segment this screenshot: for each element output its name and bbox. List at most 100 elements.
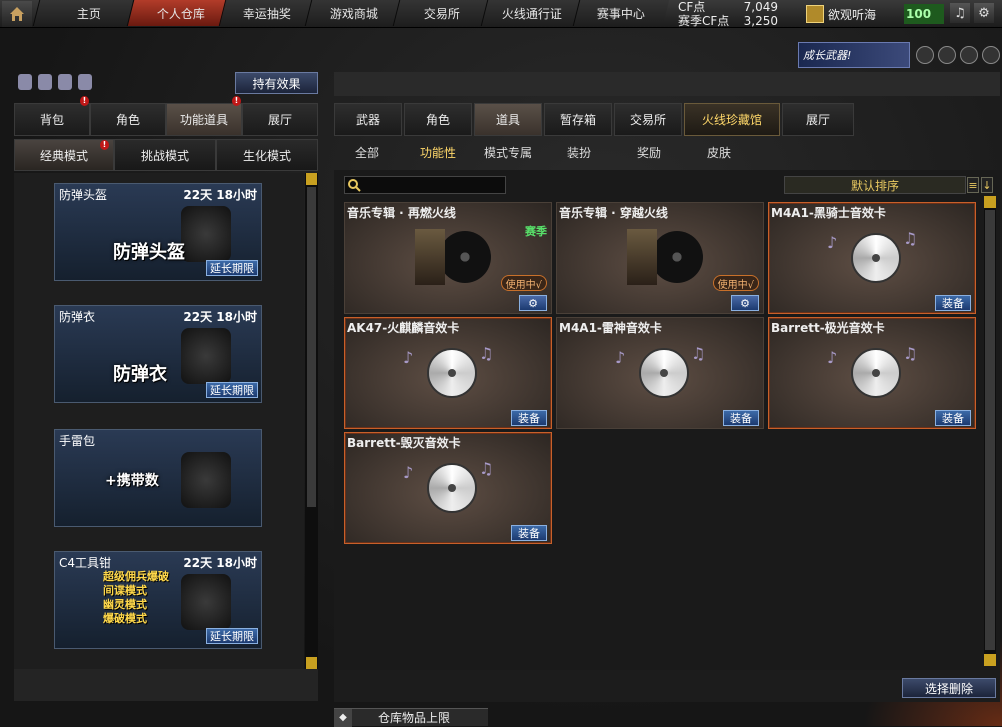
item-card-c4-pliers[interactable]: C4工具钳 22天 18小时 超级佣兵爆破 间谍模式 幽灵模式 爆破模式 延长期…	[54, 551, 262, 649]
card-name: C4工具钳	[59, 556, 112, 570]
season-cf-label: 赛季CF点	[678, 14, 730, 28]
item-sound-card[interactable]: M4A1-黑骑士音效卡 ♪ ♫ 装备	[768, 202, 976, 314]
right-tab-trade[interactable]: 交易所	[614, 103, 682, 136]
scroll-down-icon[interactable]	[984, 654, 996, 666]
home-button[interactable]	[2, 1, 32, 27]
equip-button[interactable]: 装备	[935, 295, 971, 311]
shield-icon[interactable]	[916, 46, 934, 64]
right-tab-weapons[interactable]: 武器	[334, 103, 402, 136]
left-tab-bag[interactable]: 背包	[14, 103, 90, 136]
owned-effects-button[interactable]: 持有效果	[235, 72, 318, 94]
sort-label: 默认排序	[850, 178, 899, 193]
mode-tab-challenge[interactable]: 挑战模式	[114, 139, 216, 171]
scroll-thumb[interactable]	[985, 210, 995, 650]
mode-entry: 幽灵模式	[103, 598, 147, 611]
select-delete-button[interactable]: 选择删除	[902, 678, 996, 698]
in-use-badge: 使用中√	[500, 275, 547, 291]
mode-label: 经典模式	[39, 148, 88, 163]
nav-tab-pass[interactable]: 火线通行证	[480, 0, 584, 26]
search-icon	[348, 179, 361, 192]
item-sound-card[interactable]: AK47-火麒麟音效卡 ♪ ♫ 装备	[344, 317, 552, 429]
extend-button[interactable]: 延长期限	[206, 628, 258, 644]
subtab-outfit[interactable]: 装扮	[567, 144, 591, 161]
item-card-helmet[interactable]: 防弹头盔 22天 18小时 防弹头盔 延长期限	[54, 183, 262, 281]
item-sound-card[interactable]: M4A1-雷神音效卡 ♪ ♫ 装备	[556, 317, 764, 429]
sort-dropdown[interactable]: 默认排序	[784, 176, 966, 194]
tool-icon[interactable]	[18, 74, 32, 90]
right-tab-character[interactable]: 角色	[404, 103, 472, 136]
mode-tab-zombie[interactable]: 生化模式	[216, 139, 318, 171]
avatar	[806, 5, 824, 23]
left-tab-character[interactable]: 角色	[90, 103, 166, 136]
subtab-functional[interactable]: 功能性	[420, 144, 456, 161]
disc-icon	[427, 348, 477, 398]
user-profile[interactable]: 欲观听海	[806, 3, 902, 25]
left-scrollbar[interactable]	[305, 173, 318, 669]
right-scrollbar[interactable]	[984, 196, 996, 666]
tool-icon[interactable]	[78, 74, 92, 90]
album-cover-icon	[627, 229, 707, 285]
nav-tab-shop[interactable]: 游戏商城	[304, 0, 404, 26]
left-tab-hall[interactable]: 展厅	[242, 103, 318, 136]
subtab-mode[interactable]: 模式专属	[484, 144, 532, 161]
right-tab-items[interactable]: 道具	[474, 103, 542, 136]
mode-list: 超级佣兵爆破 间谍模式 幽灵模式 爆破模式	[103, 570, 169, 626]
tool-icon[interactable]	[38, 74, 52, 90]
item-sound-card[interactable]: Barrett-毁灭音效卡 ♪ ♫ 装备	[344, 432, 552, 544]
emblem-icon[interactable]	[938, 46, 956, 64]
tab-label: 展厅	[267, 113, 292, 127]
nav-tab-label: 游戏商城	[330, 6, 379, 21]
left-tool-icons	[18, 74, 92, 90]
tab-label: 角色	[115, 113, 140, 127]
item-card-vest[interactable]: 防弹衣 22天 18小时 防弹衣 延长期限	[54, 305, 262, 403]
extend-button[interactable]: 延长期限	[206, 260, 258, 276]
scroll-up-icon[interactable]	[306, 173, 317, 185]
equip-button[interactable]: 装备	[723, 410, 759, 426]
vip-icon[interactable]	[982, 46, 1000, 64]
subtab-skin[interactable]: 皮肤	[707, 144, 731, 161]
vest-icon	[181, 328, 231, 384]
storage-limit-label: 仓库物品上限	[378, 711, 451, 725]
right-tab-stash[interactable]: 暂存箱	[544, 103, 612, 136]
list-icon[interactable]: ≡	[967, 177, 979, 193]
left-tab-function[interactable]: 功能道具	[166, 103, 242, 136]
helmet-icon	[181, 206, 231, 262]
item-settings-button[interactable]: ⚙	[519, 295, 547, 311]
mode-tab-classic[interactable]: 经典模式	[14, 139, 114, 171]
nav-tab-label: 交易所	[424, 6, 461, 21]
equip-button[interactable]: 装备	[511, 525, 547, 541]
item-card-grenade-bag[interactable]: 手雷包 +携带数	[54, 429, 262, 527]
subtab-all[interactable]: 全部	[355, 144, 379, 161]
item-sound-card[interactable]: Barrett-极光音效卡 ♪ ♫ 装备	[768, 317, 976, 429]
card-title: 防弹头盔	[113, 242, 185, 263]
nav-tab-trade[interactable]: 交易所	[392, 0, 492, 26]
item-settings-button[interactable]: ⚙	[731, 295, 759, 311]
music-icon[interactable]: ♫	[950, 3, 970, 23]
item-album-1[interactable]: 音乐专辑 · 再燃火线 赛季 使用中√ ⚙	[344, 202, 552, 314]
nav-tab-lottery[interactable]: 幸运抽奖	[218, 0, 316, 26]
item-name: 音乐专辑 · 再燃火线	[347, 206, 456, 220]
username: 欲观听海	[828, 7, 877, 22]
storage-limit-bar[interactable]: ◆ 仓库物品上限	[334, 708, 488, 727]
right-tab-hall[interactable]: 展厅	[782, 103, 854, 136]
nav-tab-events[interactable]: 赛事中心	[572, 0, 670, 26]
settings-gear-icon[interactable]: ⚙	[974, 3, 994, 23]
scroll-thumb[interactable]	[307, 187, 316, 507]
item-album-2[interactable]: 音乐专辑 · 穿越火线 使用中√ ⚙	[556, 202, 764, 314]
subtab-reward[interactable]: 奖励	[637, 144, 661, 161]
extend-button[interactable]: 延长期限	[206, 382, 258, 398]
tab-label: 武器	[355, 113, 380, 127]
growth-weapon-banner[interactable]: 成长武器!	[798, 42, 910, 68]
equip-button[interactable]: 装备	[511, 410, 547, 426]
sort-arrow-icon[interactable]: ↓	[981, 177, 993, 193]
music-note-icon: ♫	[479, 344, 494, 363]
tool-icon[interactable]	[58, 74, 72, 90]
scroll-up-icon[interactable]	[984, 196, 996, 208]
level-value: 100	[906, 7, 932, 21]
disc-icon	[427, 463, 477, 513]
badge-icon[interactable]	[960, 46, 978, 64]
right-tab-collection[interactable]: 火线珍藏馆	[684, 103, 780, 136]
search-input[interactable]	[344, 176, 506, 194]
scroll-down-icon[interactable]	[306, 657, 317, 669]
equip-button[interactable]: 装备	[935, 410, 971, 426]
